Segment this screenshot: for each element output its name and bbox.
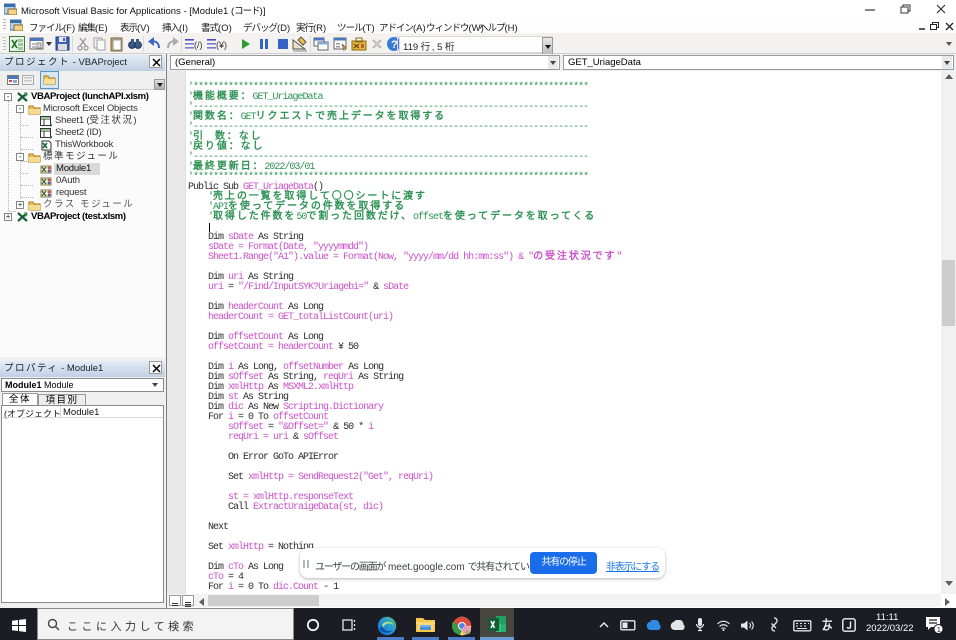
svg-text:1: 1 — [937, 625, 941, 634]
